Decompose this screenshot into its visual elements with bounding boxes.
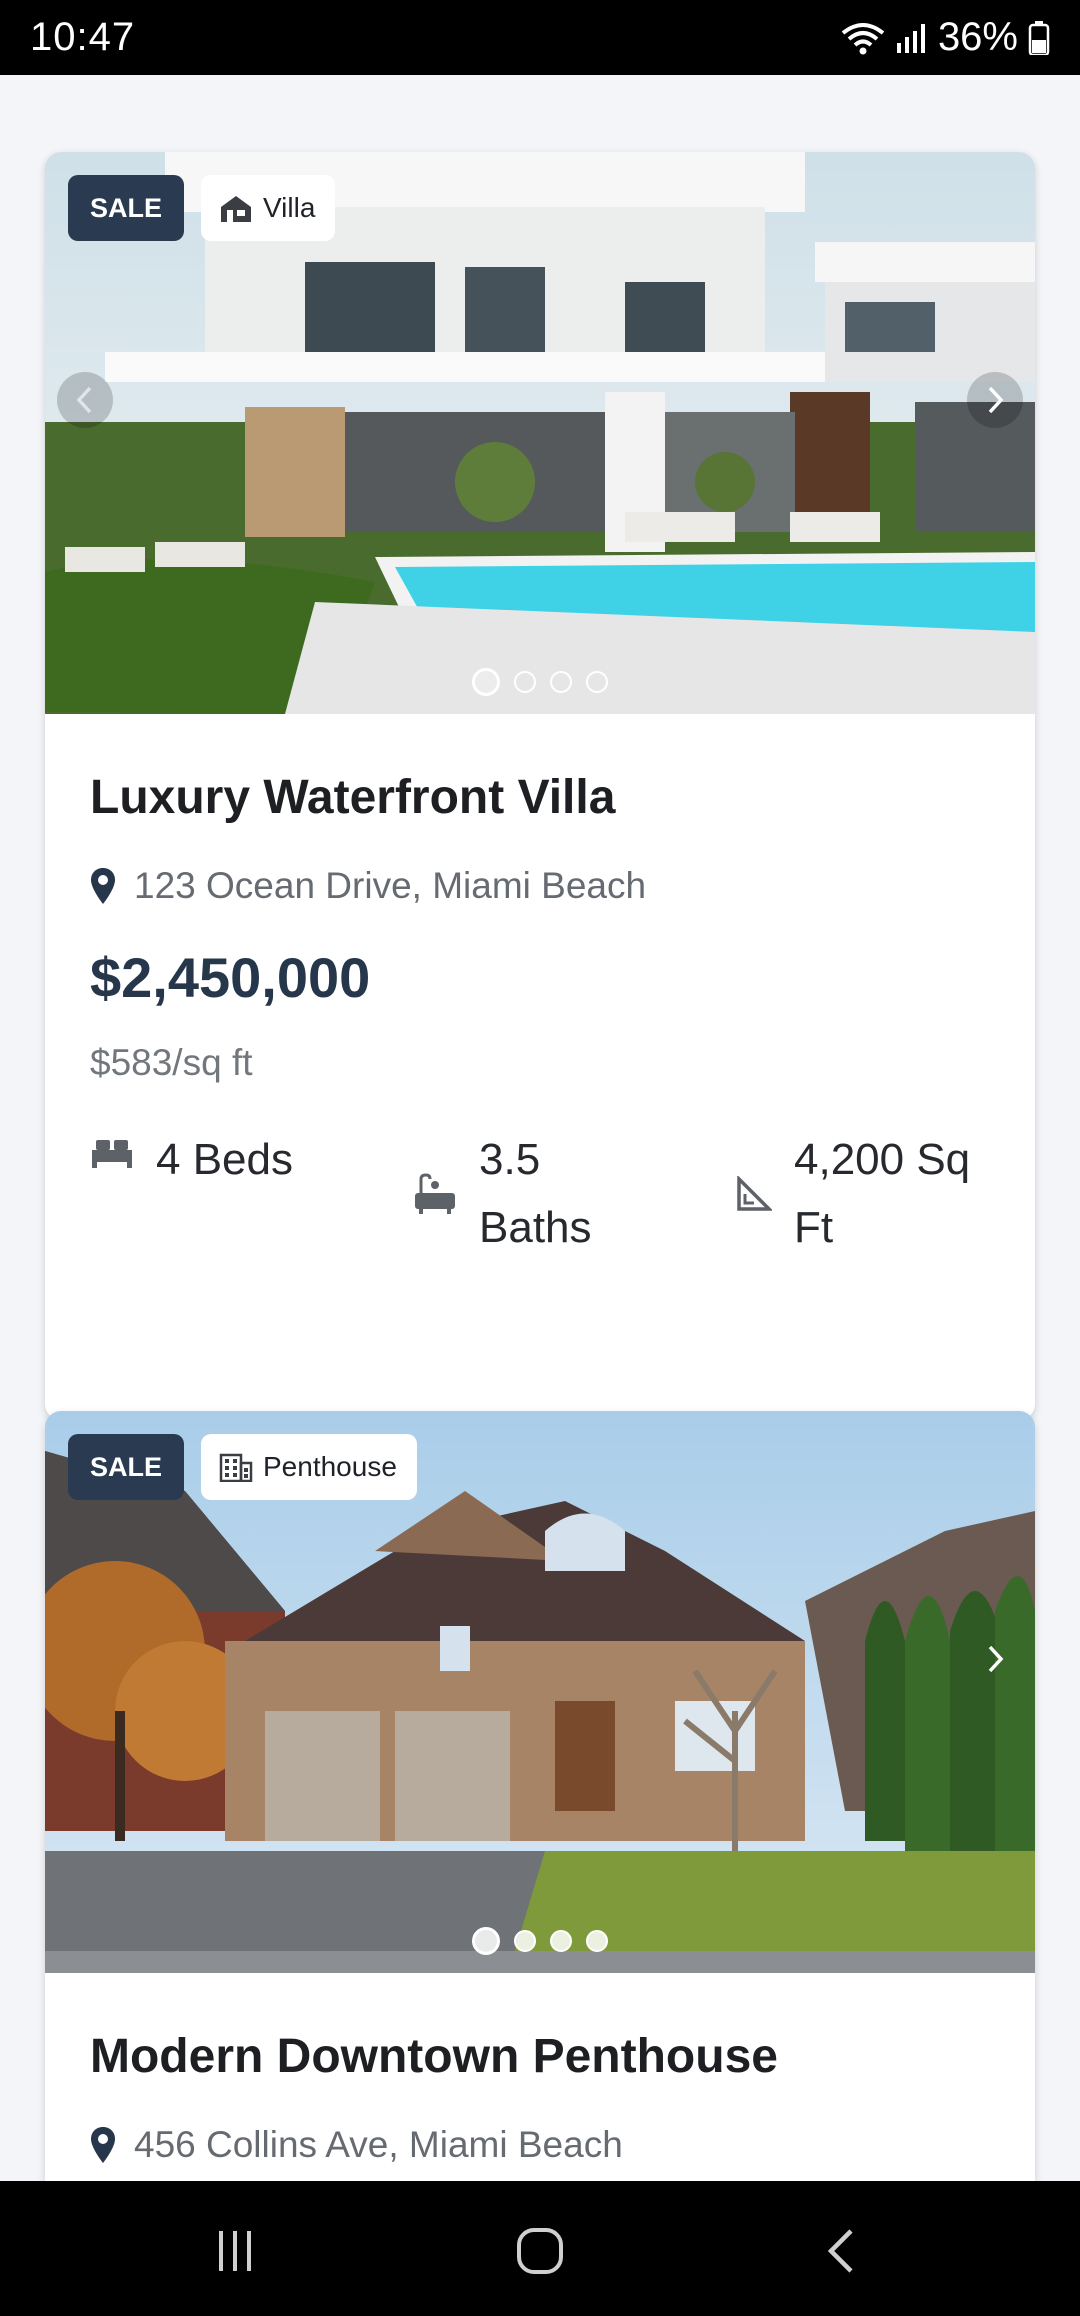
villa-photo [45, 152, 1035, 714]
chevron-right-icon [988, 386, 1004, 414]
beds-label: 4 Beds [156, 1135, 293, 1184]
area-value: 4,200 Sq [794, 1135, 971, 1184]
listing-image-carousel[interactable]: SALE Penthouse [45, 1411, 1035, 1973]
baths-spec: 3.5 Baths [413, 1126, 736, 1262]
status-icons: 36% [840, 15, 1050, 60]
property-type-label: Penthouse [263, 1451, 397, 1482]
house-photo [45, 1411, 1035, 1973]
listing-price: $2,450,000 [90, 946, 371, 1009]
recent-apps-button[interactable] [200, 2221, 270, 2281]
address-text: 456 Collins Ave, Miami Beach [134, 2124, 623, 2165]
back-button[interactable] [805, 2221, 875, 2281]
listing-image-carousel[interactable]: SALE Villa [45, 152, 1035, 714]
home-icon [517, 2228, 563, 2274]
battery-icon [1028, 20, 1050, 55]
pagination-dot[interactable] [550, 671, 572, 693]
chevron-left-icon [76, 386, 92, 414]
signal-icon [896, 23, 925, 53]
previous-image-button[interactable] [57, 372, 113, 428]
building-icon [219, 1453, 253, 1482]
listing-specs: 4 Beds 3.5 Baths 4,200 Sq Ft [90, 1126, 990, 1262]
listing-details: Luxury Waterfront Villa 123 Ocean Drive,… [45, 770, 1035, 1262]
address-text: 123 Ocean Drive, Miami Beach [134, 865, 647, 906]
listing-address: 123 Ocean Drive, Miami Beach [90, 865, 990, 907]
property-type-badge: Penthouse [201, 1434, 417, 1500]
location-pin-icon [91, 2127, 115, 2163]
pagination-dot[interactable] [472, 1927, 500, 1955]
image-pagination [45, 1927, 1035, 1955]
status-bar: 10:47 36% [0, 0, 1080, 75]
status-time: 10:47 [30, 15, 136, 59]
baths-unit: Baths [479, 1203, 592, 1252]
location-pin-icon [91, 868, 115, 904]
sale-badge: SALE [68, 175, 185, 241]
pagination-dot[interactable] [472, 668, 500, 696]
pagination-dot[interactable] [550, 1930, 572, 1952]
property-type-label: Villa [263, 192, 316, 223]
pagination-dot[interactable] [514, 671, 536, 693]
pagination-dot[interactable] [514, 1930, 536, 1952]
price-per-sqft: $583/sq ft [90, 1042, 253, 1083]
beds-spec: 4 Beds [90, 1126, 413, 1262]
listing-title: Luxury Waterfront Villa [90, 771, 616, 824]
chevron-right-icon [988, 1645, 1004, 1673]
area-spec: 4,200 Sq Ft [736, 1126, 986, 1262]
wifi-icon [841, 22, 885, 54]
listing-details: Modern Downtown Penthouse 456 Collins Av… [45, 2029, 1035, 2166]
villa-icon [221, 196, 251, 222]
next-image-button[interactable] [967, 372, 1023, 428]
listings-scroll[interactable]: SALE Villa Luxury Waterfront Villa 123 O… [0, 75, 1080, 2181]
listing-card[interactable]: SALE Penthouse Modern Downtown Penthouse… [45, 1411, 1035, 2181]
next-image-button[interactable] [967, 1631, 1023, 1687]
bathtub-icon [415, 1173, 455, 1214]
listing-address: 456 Collins Ave, Miami Beach [90, 2124, 990, 2166]
baths-label: 3.5 Baths [479, 1126, 592, 1262]
system-nav-bar [0, 2181, 1080, 2316]
battery-percent: 36% [937, 15, 1018, 59]
property-type-badge: Villa [201, 175, 336, 241]
baths-value: 3.5 [479, 1135, 541, 1184]
back-icon [827, 2229, 853, 2273]
image-pagination [45, 668, 1035, 696]
recent-apps-icon [219, 2231, 251, 2271]
bed-icon [92, 1140, 132, 1168]
listing-card[interactable]: SALE Villa Luxury Waterfront Villa 123 O… [45, 152, 1035, 1420]
area-label: 4,200 Sq Ft [794, 1126, 970, 1262]
square-foot-icon [737, 1176, 772, 1211]
home-button[interactable] [500, 2219, 580, 2283]
sale-badge: SALE [68, 1434, 185, 1500]
listing-title: Modern Downtown Penthouse [90, 2030, 778, 2083]
area-unit: Ft [794, 1203, 834, 1252]
pagination-dot[interactable] [586, 671, 608, 693]
pagination-dot[interactable] [586, 1930, 608, 1952]
